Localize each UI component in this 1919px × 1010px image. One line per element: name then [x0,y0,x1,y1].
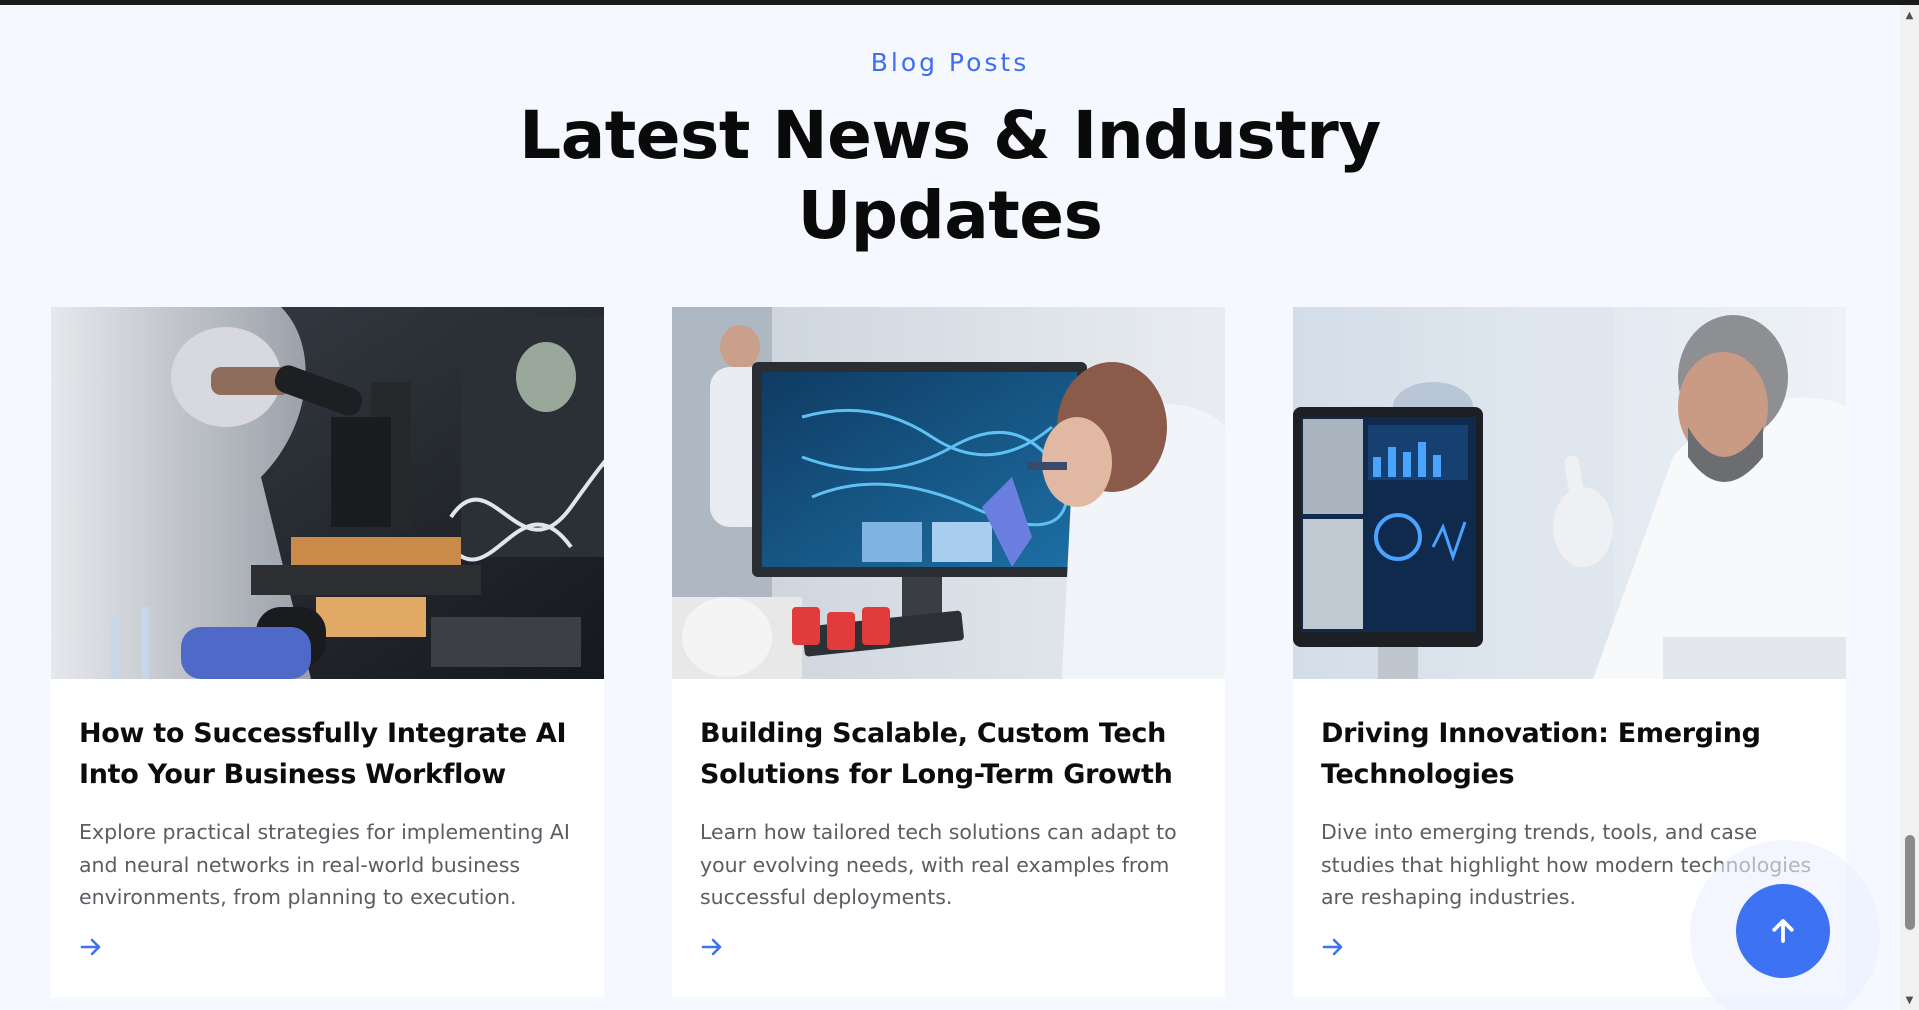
top-border [0,0,1919,5]
section-heading: Latest News & Industry Updates [450,96,1450,256]
arrow-right-icon[interactable] [1321,935,1345,959]
page-scrollbar[interactable]: ▲ ▼ [1900,5,1919,1010]
blog-card-image[interactable] [672,307,1225,679]
scroll-down-arrow-icon[interactable]: ▼ [1900,992,1919,1008]
blog-card-excerpt: Explore practical strategies for impleme… [79,820,570,909]
blog-card-1[interactable]: How to Successfully Integrate AI Into Yo… [51,307,604,997]
scientist-microscope-photo [51,307,604,679]
blog-card-title[interactable]: How to Successfully Integrate AI Into Yo… [79,713,576,795]
heading-line-2: Updates [797,177,1103,254]
blog-card-2[interactable]: Building Scalable, Custom Tech Solutions… [672,307,1225,997]
blog-card-title[interactable]: Driving Innovation: Emerging Technologie… [1321,713,1818,795]
blog-card-body: How to Successfully Integrate AI Into Yo… [79,713,576,914]
blog-section: Blog Posts Latest News & Industry Update… [0,0,1919,1010]
arrow-right-icon[interactable] [700,935,724,959]
blog-card-image[interactable] [51,307,604,679]
blog-card-excerpt: Learn how tailored tech solutions can ad… [700,820,1177,909]
scroll-thumb[interactable] [1905,835,1915,930]
back-to-top-button[interactable] [1736,884,1830,978]
arrow-up-icon [1772,919,1794,943]
researcher-monitor-photo [672,307,1225,679]
scroll-up-arrow-icon[interactable]: ▲ [1900,7,1919,23]
section-eyebrow: Blog Posts [870,48,1030,77]
blog-card-body: Building Scalable, Custom Tech Solutions… [700,713,1197,914]
blog-card-title[interactable]: Building Scalable, Custom Tech Solutions… [700,713,1197,795]
heading-line-1: Latest News & Industry [519,97,1381,174]
scientist-data-screen-photo [1293,307,1846,679]
blog-card-image[interactable] [1293,307,1846,679]
arrow-right-icon[interactable] [79,935,103,959]
